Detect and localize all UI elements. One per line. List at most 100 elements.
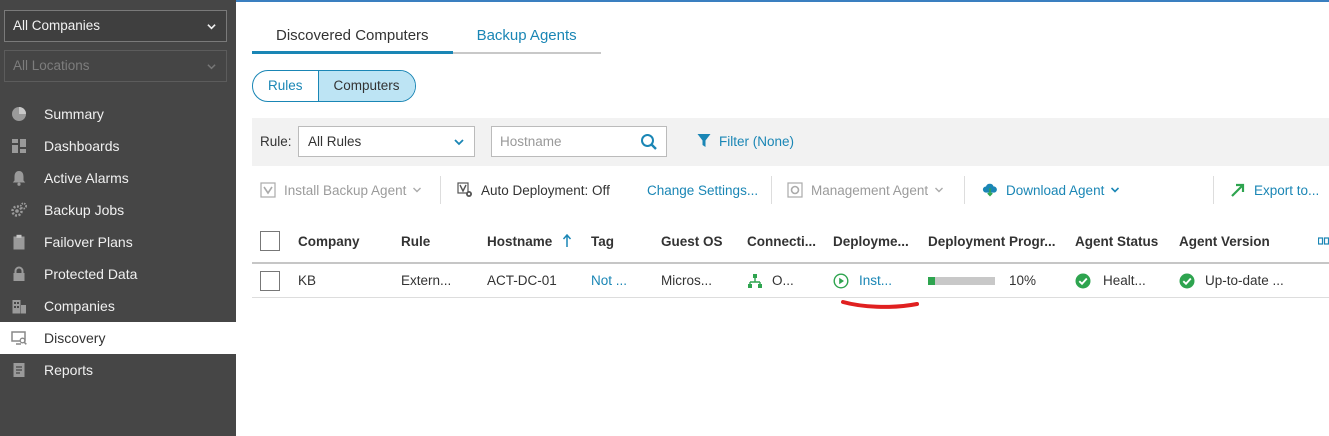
column-chooser-icon[interactable]: [1318, 220, 1329, 262]
tab-backup-agents[interactable]: Backup Agents: [452, 24, 601, 54]
management-agent-icon: [787, 182, 803, 198]
chevron-down-icon: [207, 24, 216, 30]
rules-toggle-button[interactable]: Rules: [253, 71, 318, 101]
progress-bar: [928, 276, 995, 285]
management-agent-button[interactable]: Management Agent: [787, 176, 944, 204]
location-select[interactable]: All Locations: [4, 50, 227, 82]
network-icon: [748, 273, 762, 288]
column-header-tag[interactable]: Tag: [591, 220, 614, 262]
auto-deployment-label: Auto Deployment: Off: [481, 182, 610, 198]
rule-select[interactable]: All Rules: [298, 126, 475, 157]
auto-deployment-icon: [457, 182, 473, 198]
rule-select-value: All Rules: [308, 134, 362, 149]
cell-deployment[interactable]: Inst...: [833, 264, 892, 297]
hostname-search-input[interactable]: Hostname: [491, 126, 667, 157]
cell-hostname: ACT-DC-01: [487, 273, 557, 288]
gears-icon: [11, 202, 27, 218]
cell-agent-status: Healt...: [1075, 264, 1146, 297]
clipboard-icon: [11, 234, 27, 250]
cell-tag-link[interactable]: Not ...: [591, 264, 627, 297]
sort-ascending-icon: [563, 234, 572, 247]
download-agent-button[interactable]: Download Agent: [982, 176, 1120, 204]
management-agent-label: Management Agent: [811, 182, 929, 198]
toolbar-divider: [964, 176, 965, 204]
sidebar-item-reports[interactable]: Reports: [0, 354, 236, 386]
tab-discovered-computers[interactable]: Discovered Computers: [252, 24, 453, 54]
chevron-down-icon: [207, 64, 216, 70]
column-header-label: Hostname: [487, 233, 553, 249]
filter-button[interactable]: Filter (None): [697, 133, 794, 149]
table-row[interactable]: KB Extern... ACT-DC-01 Not ... Micros...…: [252, 264, 1329, 298]
cell-deployment-progress: 10%: [928, 264, 1036, 297]
view-toggle: Rules Computers: [252, 70, 416, 102]
sidebar-item-label: Protected Data: [44, 266, 138, 282]
sidebar-item-summary[interactable]: Summary: [0, 98, 236, 130]
column-header-agent-version[interactable]: Agent Version: [1179, 220, 1270, 262]
cell-guest-os: Micros...: [661, 273, 713, 288]
progress-bar-fill: [928, 276, 935, 285]
export-button[interactable]: Export to...: [1230, 176, 1319, 204]
sidebar-item-discovery[interactable]: Discovery: [0, 322, 237, 354]
sidebar-item-companies[interactable]: Companies: [0, 290, 236, 322]
install-backup-agent-label: Install Backup Agent: [284, 182, 407, 198]
agent-status-text: Healt...: [1103, 273, 1146, 288]
column-header-hostname[interactable]: Hostname: [487, 220, 572, 262]
install-backup-agent-button[interactable]: Install Backup Agent: [260, 176, 422, 204]
column-header-agent-status[interactable]: Agent Status: [1075, 220, 1158, 262]
funnel-icon: [697, 134, 711, 147]
column-header-company[interactable]: Company: [298, 220, 360, 262]
deployment-status-link: Inst...: [859, 273, 893, 288]
computers-toggle-button[interactable]: Computers: [317, 71, 415, 101]
column-header-deployment[interactable]: Deployme...: [833, 220, 909, 262]
cell-company: KB: [298, 273, 317, 288]
sidebar-item-label: Failover Plans: [44, 234, 133, 250]
chevron-down-icon: [454, 139, 464, 146]
download-agent-label: Download Agent: [1006, 182, 1105, 198]
sidebar: All Companies All Locations Summary Dash…: [0, 0, 237, 436]
sidebar-item-protected-data[interactable]: Protected Data: [0, 258, 236, 290]
chevron-down-icon: [413, 187, 422, 193]
column-header-rule[interactable]: Rule: [401, 220, 430, 262]
toolbar-divider: [1213, 176, 1214, 204]
sidebar-item-failover-plans[interactable]: Failover Plans: [0, 226, 236, 258]
company-select[interactable]: All Companies: [4, 10, 227, 42]
sidebar-item-dashboards[interactable]: Dashboards: [0, 130, 236, 162]
cell-rule: Extern...: [401, 273, 452, 288]
sidebar-item-backup-jobs[interactable]: Backup Jobs: [0, 194, 236, 226]
sidebar-item-label: Backup Jobs: [44, 202, 125, 218]
column-header-deployment-progress[interactable]: Deployment Progr...: [928, 220, 1056, 262]
progress-text: 10%: [1009, 273, 1037, 288]
red-underline-annotation: [841, 300, 919, 309]
company-select-value: All Companies: [13, 18, 101, 33]
sidebar-nav: Summary Dashboards Active Alarms Backup …: [0, 98, 237, 386]
chevron-down-icon: [935, 187, 944, 193]
play-circle-icon: [833, 272, 849, 289]
building-icon: [11, 298, 27, 314]
main-content: Discovered Computers Backup Agents Rules…: [236, 2, 1329, 436]
auto-deployment-button[interactable]: Auto Deployment: Off: [457, 176, 610, 204]
chevron-down-icon: [1111, 187, 1120, 193]
column-header-guest-os[interactable]: Guest OS: [661, 220, 723, 262]
column-header-connection[interactable]: Connecti...: [747, 220, 816, 262]
tab-bar: Discovered Computers Backup Agents: [252, 24, 601, 54]
row-checkbox[interactable]: [260, 270, 280, 291]
toolbar-divider: [771, 176, 772, 204]
toolbar-divider: [440, 176, 441, 204]
check-circle-icon: [1179, 273, 1195, 288]
sidebar-item-label: Summary: [44, 106, 104, 122]
sidebar-item-label: Reports: [44, 362, 94, 378]
cell-connection: O...: [747, 264, 794, 297]
check-circle-icon: [1075, 273, 1091, 288]
select-all-checkbox[interactable]: [260, 231, 280, 251]
agent-version-text: Up-to-date ...: [1205, 273, 1284, 288]
table-header: Company Rule Hostname Tag Guest OS Conne…: [252, 220, 1329, 264]
connection-text: O...: [772, 273, 794, 288]
search-icon[interactable]: [640, 133, 658, 151]
sidebar-item-active-alarms[interactable]: Active Alarms: [0, 162, 236, 194]
export-arrow-icon: [1230, 182, 1246, 198]
change-settings-link[interactable]: Change Settings...: [647, 176, 758, 204]
sidebar-item-label: Discovery: [44, 330, 106, 346]
bell-icon: [11, 170, 27, 186]
sidebar-item-label: Companies: [44, 298, 115, 314]
pie-chart-icon: [11, 106, 27, 122]
